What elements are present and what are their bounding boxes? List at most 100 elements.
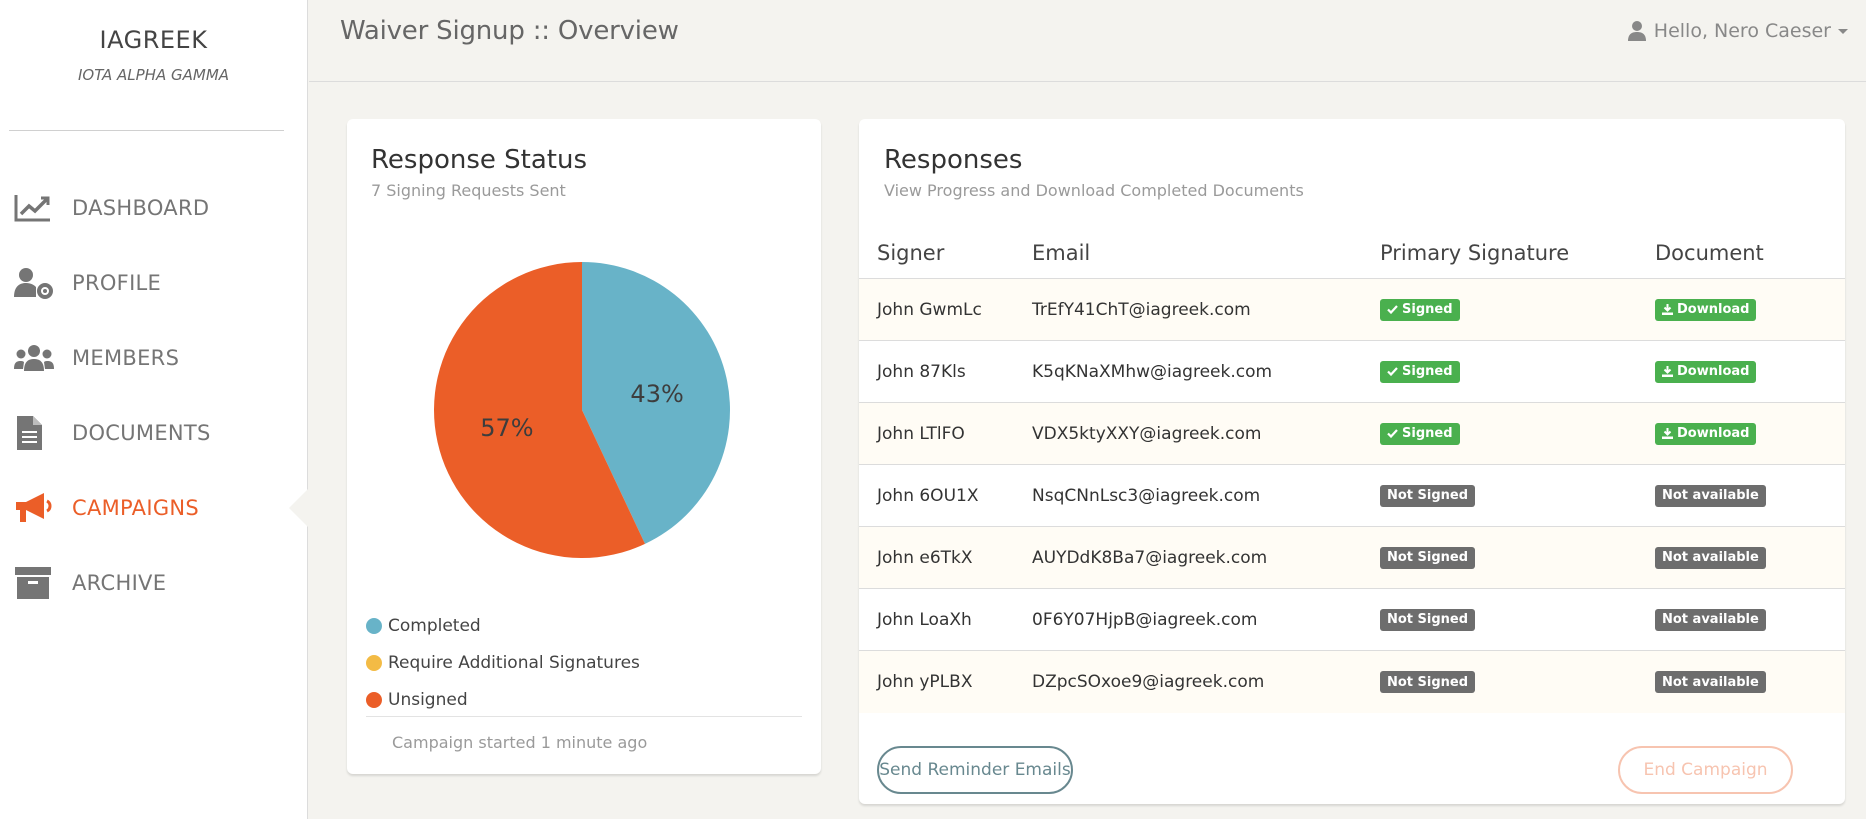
signer-cell: John GwmLc	[877, 299, 982, 320]
legend-dot-icon	[366, 691, 382, 708]
sidebar-item-members[interactable]: MEMBERS	[0, 320, 308, 395]
check-icon	[1387, 305, 1402, 314]
table-row: John e6TkX AUYDdK8Ba7@iagreek.com Not Sign…	[859, 527, 1845, 589]
email-cell: DZpcSOxoe9@iagreek.com	[1032, 672, 1265, 692]
signature-status-text: Not Signed	[1387, 674, 1469, 690]
signature-status-badge: Not Signed	[1380, 484, 1476, 507]
archive-icon	[14, 565, 54, 601]
signature-cell: Not Signed	[1380, 671, 1655, 694]
document-status-text: Not available	[1662, 488, 1759, 504]
document-status-text: Download	[1677, 426, 1750, 441]
user-gear-icon	[14, 265, 54, 301]
legend-item: Unsigned	[366, 681, 640, 718]
signature-status-text: Not Signed	[1387, 488, 1469, 504]
sidebar-item-label: DOCUMENTS	[72, 420, 211, 445]
not-available-badge: Not available	[1655, 671, 1766, 694]
email-cell: AUYDdK8Ba7@iagreek.com	[1032, 547, 1268, 568]
signature-status-badge: Not Signed	[1380, 546, 1476, 569]
document-status-text: Download	[1677, 364, 1750, 379]
download-icon	[1662, 428, 1677, 439]
sidebar-item-profile[interactable]: PROFILE	[0, 245, 308, 320]
document-cell: Not available	[1655, 671, 1845, 694]
legend-dot-icon	[366, 654, 382, 671]
signer-cell: John LoaXh	[877, 609, 972, 630]
sidebar-item-label: CAMPAIGNS	[72, 495, 200, 520]
chart-line-icon	[14, 190, 54, 226]
megaphone-icon	[14, 490, 54, 526]
signature-status-text: Not Signed	[1387, 550, 1469, 566]
email-cell: 0F6Y07HjpB@iagreek.com	[1032, 609, 1258, 630]
sidebar-item-campaigns[interactable]: CAMPAIGNS	[0, 470, 309, 545]
document-status-text: Not available	[1662, 674, 1759, 690]
signature-status-text: Signed	[1402, 426, 1453, 441]
sidebar-item-label: DASHBOARD	[72, 195, 210, 220]
signature-cell: Signed	[1380, 360, 1655, 383]
signature-status-badge: Not Signed	[1380, 608, 1476, 631]
email-cell: VDX5ktyXXY@iagreek.com	[1032, 423, 1262, 444]
legend-label: Unsigned	[388, 689, 468, 710]
user-menu[interactable]: Hello, Nero Caeser	[1627, 20, 1848, 42]
pie-chart: 43% 57%	[432, 260, 732, 560]
table-row: John 6OU1X NsqCNnLsc3@iagreek.com Not Sign…	[859, 465, 1845, 527]
email-cell: TrEfY41ChT@iagreek.com	[1032, 299, 1251, 320]
document-cell: Not available	[1655, 608, 1845, 631]
download-button[interactable]: Download	[1655, 422, 1757, 445]
table-row: John GwmLc TrEfY41ChT@iagreek.com Signed Do…	[859, 279, 1845, 341]
user-icon	[1627, 21, 1646, 41]
signature-status-badge: Signed	[1380, 298, 1460, 321]
sidebar-item-documents[interactable]: DOCUMENTS	[0, 395, 308, 470]
sidebar-divider	[9, 130, 284, 131]
sidebar: IAGREEK IOTA ALPHA GAMMA DASHBOARD PROFI…	[0, 0, 309, 819]
signer-cell: John 6OU1X	[877, 485, 979, 506]
brand-name[interactable]: IAGREEK	[0, 26, 307, 54]
signer-cell: John yPLBX	[877, 672, 973, 692]
sidebar-item-archive[interactable]: ARCHIVE	[0, 545, 308, 620]
legend-label: Completed	[388, 615, 481, 636]
table-row: John LoaXh 0F6Y07HjpB@iagreek.com Not Sign…	[859, 589, 1845, 651]
signature-status-badge: Signed	[1380, 360, 1460, 383]
signature-status-badge: Not Signed	[1380, 671, 1476, 694]
sidebar-item-label: ARCHIVE	[72, 570, 167, 595]
document-cell: Not available	[1655, 546, 1845, 569]
column-header-email: Email	[1032, 240, 1091, 265]
status-card-title: Response Status	[371, 145, 587, 175]
document-icon	[14, 415, 54, 451]
download-button[interactable]: Download	[1655, 298, 1757, 321]
responses-table: Signer Email Primary Signature Document …	[859, 227, 1845, 713]
column-header-primary-signature: Primary Signature	[1380, 240, 1570, 265]
legend-item: Completed	[366, 607, 640, 644]
responses-card-title: Responses	[884, 145, 1023, 175]
sidebar-item-label: PROFILE	[72, 270, 162, 295]
sidebar-item-dashboard[interactable]: DASHBOARD	[0, 170, 308, 245]
signature-cell: Not Signed	[1380, 484, 1655, 507]
legend-dot-icon	[366, 617, 382, 634]
chart-legend: Completed Require Additional Signatures …	[366, 607, 640, 718]
column-header-document: Document	[1655, 240, 1764, 265]
brand: IAGREEK IOTA ALPHA GAMMA	[0, 0, 307, 84]
signer-cell: John 87Kls	[877, 361, 966, 382]
legend-item: Require Additional Signatures	[366, 644, 640, 681]
responses-card: Responses View Progress and Download Com…	[859, 119, 1845, 804]
not-available-badge: Not available	[1655, 484, 1766, 507]
table-row: John yPLBX DZpcSOxoe9@iagreek.com Not Sign…	[859, 651, 1845, 713]
pie-slice-label: 43%	[630, 380, 683, 408]
response-status-card: Response Status 7 Signing Requests Sent …	[347, 119, 821, 774]
signature-cell: Signed	[1380, 422, 1655, 445]
signature-status-badge: Signed	[1380, 422, 1460, 445]
user-greeting: Hello, Nero Caeser	[1653, 20, 1831, 42]
document-status-text: Not available	[1662, 612, 1759, 628]
top-bar: Waiver Signup :: Overview Hello, Nero Ca…	[309, 0, 1866, 82]
send-reminder-emails-button[interactable]: Send Reminder Emails	[877, 746, 1073, 794]
chevron-down-icon	[1838, 28, 1848, 34]
brand-subtitle: IOTA ALPHA GAMMA	[77, 66, 230, 84]
page-title: Waiver Signup :: Overview	[340, 16, 679, 46]
download-button[interactable]: Download	[1655, 360, 1757, 383]
sidebar-item-label: MEMBERS	[72, 345, 180, 370]
check-icon	[1387, 429, 1402, 438]
table-header: Signer Email Primary Signature Document	[859, 227, 1845, 279]
signer-cell: John LTlFO	[877, 423, 965, 444]
end-campaign-button[interactable]: End Campaign	[1618, 746, 1793, 794]
email-cell: K5qKNaXMhw@iagreek.com	[1032, 361, 1273, 382]
status-card-subtitle: 7 Signing Requests Sent	[371, 181, 566, 200]
signature-cell: Signed	[1380, 298, 1655, 321]
